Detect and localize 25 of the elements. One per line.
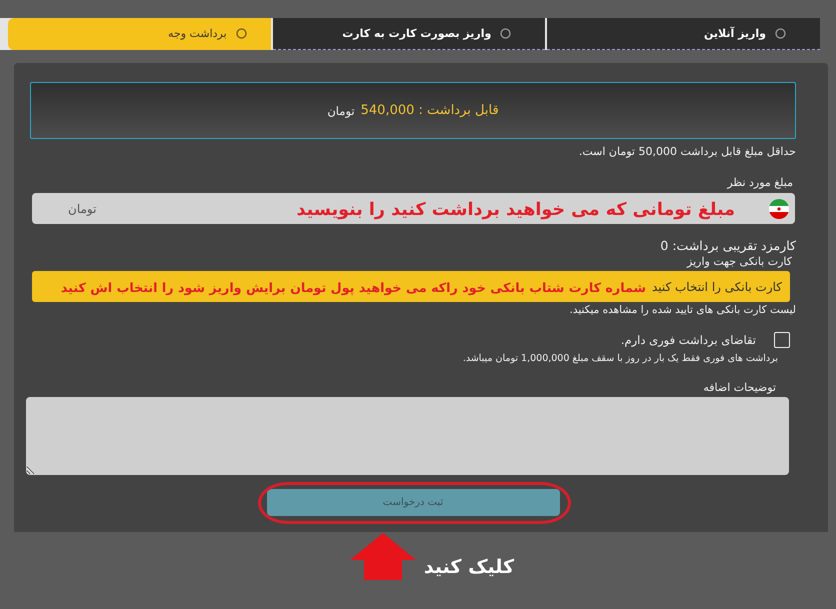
- checkbox-label: تقاضای برداشت فوری دارم.: [620, 332, 756, 348]
- annotation-text: شماره کارت شتاب بانکی خود راکه می خواهید پول تومان برایش واریز شود را انتخاب اش کنید: [60, 278, 646, 296]
- tab[interactable]: واریز آنلاین: [547, 18, 820, 50]
- fee-text: کارمزد تقریبی برداشت: 0: [659, 239, 796, 253]
- field-label: کارت بانکی جهت واریز: [686, 255, 793, 269]
- tab[interactable]: برداشت وجه: [8, 18, 271, 50]
- field-label: مبلغ مورد نظر: [726, 176, 794, 190]
- hint-text: برداشت های فوری فقط یک بار در روز با سقف مبلغ 1,000,000 تومان میباشد.: [462, 352, 779, 366]
- tab[interactable]: واریز بصورت کارت به کارت: [272, 18, 546, 50]
- balance-amount: قابل برداشت : 540,000: [360, 103, 499, 118]
- radio-icon: [500, 28, 512, 39]
- annotation-text: مبلغ تومانی که می خواهید برداشت کنید را بنویسید: [296, 199, 735, 221]
- currency-suffix: تومان: [68, 202, 96, 216]
- hint-text: لیست کارت بانکی های تایید شده را مشاهده میکنید.: [568, 303, 796, 317]
- field-label: توضیحات اضافه: [702, 381, 777, 395]
- callout-text: کلیک کنید: [424, 554, 514, 578]
- flag-icon: [769, 198, 789, 218]
- bank-card-select[interactable]: کارت بانکی را انتخاب کنید شماره کارت شتاب بانکی خود راکه می خواهید پول تومان برایش واریز شود را انتخاب اش کنید: [32, 271, 790, 302]
- currency-text: تومان: [327, 104, 355, 118]
- radio-icon: [775, 28, 786, 39]
- min-amount-note: حداقل مبلغ قابل برداشت 50,000 تومان است.: [578, 145, 796, 159]
- radio-icon: [236, 28, 247, 39]
- up-arrow-icon: [350, 533, 416, 580]
- checkbox[interactable]: [774, 332, 790, 348]
- amount-field[interactable]: مبلغ تومانی که می خواهید برداشت کنید را بنویسید تومان: [32, 193, 795, 224]
